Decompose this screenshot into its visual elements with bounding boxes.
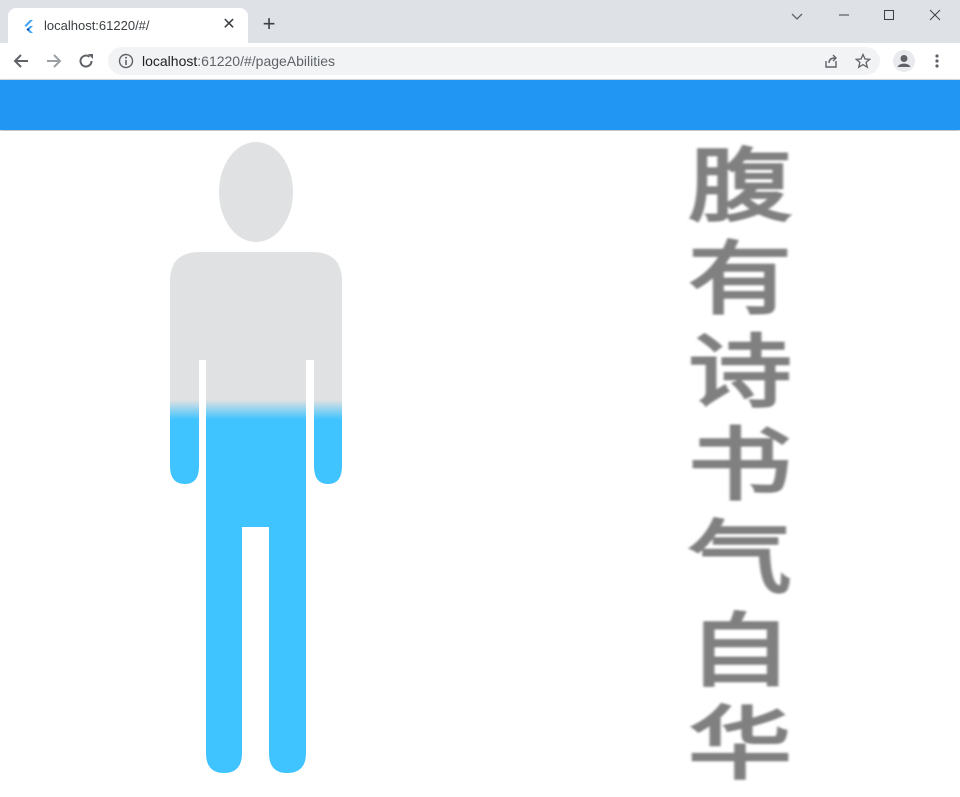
url-text: localhost:61220/#/pageAbilities — [142, 53, 336, 69]
browser-toolbar: localhost:61220/#/pageAbilities — [0, 43, 960, 80]
tab-search-chevron-icon[interactable] — [785, 6, 809, 26]
browser-tab-strip: localhost:61220/#/ ✕ + — [0, 0, 960, 43]
app-bar — [0, 80, 960, 130]
back-icon[interactable] — [9, 49, 33, 73]
bookmark-star-icon[interactable] — [855, 53, 871, 69]
flutter-icon — [24, 20, 33, 33]
profile-avatar-icon[interactable] — [892, 49, 916, 73]
poem-char: 诗 — [688, 325, 792, 419]
close-tab-icon[interactable]: ✕ — [220, 16, 238, 34]
poem-char: 腹 — [688, 139, 792, 233]
poem-char: 书 — [688, 418, 792, 512]
more-menu-icon[interactable] — [925, 49, 949, 73]
poem-char: 有 — [688, 232, 792, 326]
reload-icon[interactable] — [74, 49, 98, 73]
browser-tab[interactable]: localhost:61220/#/ ✕ — [8, 8, 248, 43]
forward-icon[interactable] — [42, 49, 66, 73]
human-figure-progress — [170, 142, 342, 773]
maximize-icon[interactable] — [877, 6, 901, 26]
vertical-poem: 腹 有 诗 书 气 自 华 — [620, 131, 860, 797]
minimize-icon[interactable] — [832, 6, 856, 26]
page-content: 腹 有 诗 书 气 自 华 — [0, 131, 960, 797]
new-tab-icon[interactable]: + — [259, 13, 279, 35]
share-icon[interactable] — [823, 53, 839, 69]
poem-char: 华 — [688, 697, 792, 791]
site-info-icon[interactable] — [118, 53, 134, 69]
close-window-icon[interactable] — [923, 6, 947, 26]
poem-char: 气 — [688, 511, 792, 605]
poem-char: 自 — [688, 604, 792, 698]
address-bar[interactable]: localhost:61220/#/pageAbilities — [108, 47, 880, 75]
figure-fill — [170, 142, 342, 773]
tab-title: localhost:61220/#/ — [44, 18, 150, 33]
